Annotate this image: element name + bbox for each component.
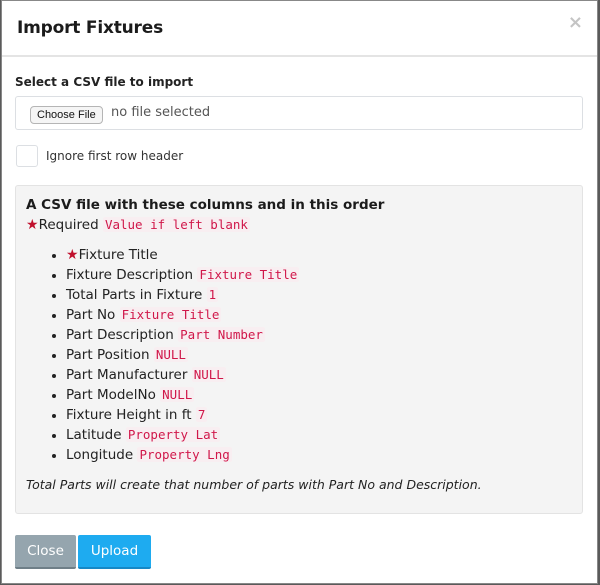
column-item: Part Manufacturer NULL: [66, 365, 299, 385]
file-input-label: Select a CSV file to import: [15, 75, 194, 89]
footnote: Total Parts will create that number of p…: [26, 477, 482, 492]
column-default-value: Property Lat: [125, 427, 221, 442]
column-default-value: NULL: [191, 367, 226, 382]
column-name: Longitude: [66, 447, 134, 463]
column-name: Part Description: [66, 327, 174, 343]
column-name: Latitude: [66, 427, 122, 443]
column-name: Part Manufacturer: [66, 367, 188, 383]
legend: ★Required Value if left blank: [26, 217, 250, 233]
star-icon: ★: [26, 217, 39, 233]
column-name: Part No: [66, 307, 116, 323]
file-input[interactable]: Choose File no file selected: [15, 96, 583, 130]
column-default-value: NULL: [160, 387, 195, 402]
column-default-value: NULL: [153, 347, 188, 362]
legend-default-value: Value if left blank: [102, 217, 250, 232]
modal-header: Import Fixtures ×: [2, 1, 597, 57]
legend-required: Required: [38, 217, 99, 233]
csv-format-panel: A CSV file with these columns and in thi…: [15, 185, 583, 514]
column-default-value: Fixture Title: [119, 307, 222, 322]
column-name: Part Position: [66, 347, 150, 363]
column-name: Fixture Title: [78, 247, 158, 263]
column-item: ★Fixture Title: [66, 245, 299, 265]
column-item: Part ModelNo NULL: [66, 385, 299, 405]
column-item: Total Parts in Fixture 1: [66, 285, 299, 305]
column-item: Fixture Height in ft 7: [66, 405, 299, 425]
column-list: ★Fixture TitleFixture Description Fixtur…: [46, 245, 300, 465]
modal-title: Import Fixtures: [17, 18, 163, 38]
choose-file-button[interactable]: Choose File: [30, 106, 103, 124]
column-default-value: 7: [195, 407, 208, 422]
column-item: Part Description Part Number: [66, 325, 299, 345]
file-status-text: no file selected: [111, 105, 211, 120]
column-item: Fixture Description Fixture Title: [66, 265, 300, 285]
column-name: Part ModelNo: [66, 387, 156, 403]
column-default-value: 1: [206, 287, 219, 302]
star-icon: ★: [66, 247, 79, 263]
column-item: Part Position NULL: [66, 345, 299, 365]
close-button[interactable]: Close: [15, 535, 76, 569]
column-item: Longitude Property Lng: [66, 445, 299, 465]
column-default-value: Part Number: [178, 327, 265, 342]
upload-button[interactable]: Upload: [78, 535, 151, 569]
column-name: Total Parts in Fixture: [66, 287, 203, 303]
ignore-header-checkbox[interactable]: [16, 145, 38, 167]
column-default-value: Property Lng: [137, 447, 232, 462]
csv-format-title: A CSV file with these columns and in thi…: [26, 197, 385, 213]
column-default-value: Fixture Title: [197, 267, 300, 282]
column-name: Fixture Description: [66, 267, 194, 283]
column-item: Part No Fixture Title: [66, 305, 299, 325]
close-icon[interactable]: ×: [568, 14, 583, 32]
column-item: Latitude Property Lat: [66, 425, 299, 445]
column-name: Fixture Height in ft: [66, 407, 192, 423]
ignore-header-label[interactable]: Ignore first row header: [46, 149, 183, 163]
